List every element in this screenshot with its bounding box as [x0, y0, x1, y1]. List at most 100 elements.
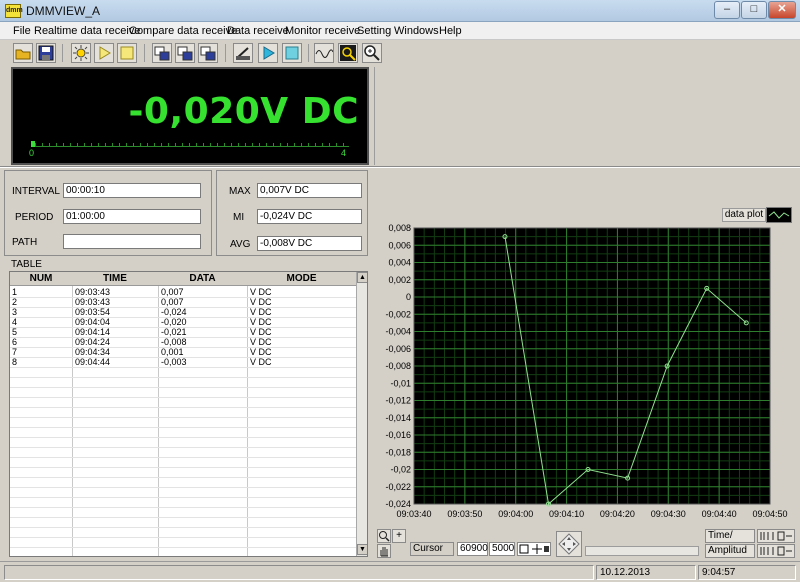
table-row[interactable]: 1 09:03:43 0,007 V DC [10, 287, 356, 297]
row-gridline [10, 497, 356, 498]
status-message [4, 565, 594, 580]
transfer-2-icon[interactable] [175, 43, 195, 63]
table-vertical-scrollbar[interactable]: ▲ ▼ [356, 272, 367, 556]
play-yellow-icon[interactable] [94, 43, 114, 63]
table-row[interactable]: 3 09:03:54 -0,024 V DC [10, 307, 356, 317]
cell-mode: V DC [250, 307, 272, 317]
row-gridline [10, 487, 356, 488]
cursor-navigation-icon[interactable] [556, 531, 582, 557]
menu-setting[interactable]: Setting [357, 25, 391, 37]
x-tick-label: 09:04:10 [549, 509, 584, 519]
table-header: NUM TIME DATA MODE [10, 272, 356, 286]
y-tick-label: -0,014 [385, 413, 411, 423]
stop-yellow-icon[interactable] [117, 43, 137, 63]
menu-bar: File Realtime data receive Compare data … [0, 22, 800, 40]
row-gridline [10, 537, 356, 538]
transfer-1-icon[interactable] [152, 43, 172, 63]
play-blue-icon[interactable] [258, 43, 278, 63]
cursor-style-icon[interactable] [517, 542, 551, 556]
table-row[interactable]: 4 09:04:04 -0,020 V DC [10, 317, 356, 327]
settings-sun-icon[interactable] [71, 43, 91, 63]
x-axis-format-icon[interactable] [757, 529, 795, 543]
status-bar: 10.12.2013 9:04:57 [0, 561, 800, 582]
meter-probe-icon[interactable] [233, 43, 253, 63]
magnifier-plus-icon[interactable] [377, 529, 391, 543]
avg-field: -0,008V DC [257, 236, 362, 251]
table-row[interactable]: 5 09:04:14 -0,021 V DC [10, 327, 356, 337]
x-tick-label: 09:04:00 [498, 509, 533, 519]
column-header-data[interactable]: DATA [158, 273, 247, 284]
scroll-down-icon[interactable]: ▼ [357, 544, 367, 555]
y-tick-label: 0,004 [388, 258, 411, 268]
toolbar-separator [225, 44, 226, 62]
cell-time: 09:03:43 [75, 297, 111, 307]
plot-horizontal-scrollbar[interactable] [585, 546, 699, 556]
cell-mode: V DC [250, 347, 272, 357]
table-caption: TABLE [11, 259, 42, 270]
cell-num: 8 [12, 357, 18, 367]
period-field[interactable]: 01:00:00 [63, 209, 201, 224]
menu-compare-data-receive[interactable]: Compare data receive [129, 25, 237, 37]
open-folder-icon[interactable] [13, 43, 33, 63]
max-label: MAX [229, 186, 251, 197]
cursor-zoom-icon[interactable] [338, 43, 358, 63]
cell-mode: V DC [250, 317, 272, 327]
cursor-y-field[interactable]: 5000 [489, 542, 515, 556]
table-row[interactable]: 7 09:04:34 0,001 V DC [10, 347, 356, 357]
y-tick-label: 0,002 [388, 275, 411, 285]
y-tick-label: -0,01 [390, 378, 411, 388]
bargraph-indicator [31, 141, 35, 147]
menu-file[interactable]: File [13, 25, 31, 37]
save-icon[interactable] [36, 43, 56, 63]
avg-label: AVG [230, 239, 251, 250]
row-gridline [10, 507, 356, 508]
cell-data: -0,020 [161, 317, 187, 327]
top-right-empty-area [374, 67, 800, 165]
menu-monitor-receive[interactable]: Monitor receive [285, 25, 360, 37]
interval-field[interactable]: 00:00:10 [63, 183, 201, 198]
row-gridline [10, 437, 356, 438]
stats-panel: MAX 0,007V DC MI -0,024V DC AVG -0,008V … [216, 170, 368, 256]
row-gridline [10, 547, 356, 548]
maximize-button[interactable]: □ [741, 1, 767, 19]
row-gridline [10, 407, 356, 408]
meter-display: -0,020V DC 0 4 [11, 67, 369, 165]
path-field[interactable] [63, 234, 201, 249]
menu-data-receive[interactable]: Data receive [227, 25, 289, 37]
menu-windows[interactable]: Windows [394, 25, 439, 37]
column-header-mode[interactable]: MODE [247, 273, 356, 284]
cell-time: 09:04:44 [75, 357, 111, 367]
y-tick-label: -0,022 [385, 482, 411, 492]
y-tick-label: 0,006 [388, 240, 411, 250]
column-header-num[interactable]: NUM [10, 273, 72, 284]
cell-data: -0,024 [161, 307, 187, 317]
hand-icon[interactable] [377, 544, 391, 558]
x-tick-label: 09:04:20 [600, 509, 635, 519]
minimize-button[interactable]: – [714, 1, 740, 19]
plot-legend-swatch[interactable] [766, 207, 792, 223]
cursor-x-field[interactable]: 60900 [457, 542, 488, 556]
stop-blue-icon[interactable] [282, 43, 302, 63]
plot-legend-label: data plot [722, 208, 766, 222]
table-row[interactable]: 6 09:04:24 -0,008 V DC [10, 337, 356, 347]
waveform-icon[interactable] [314, 43, 334, 63]
y-tick-label: -0,008 [385, 361, 411, 371]
plus-button[interactable]: + [392, 529, 406, 543]
cell-time: 09:03:43 [75, 287, 111, 297]
y-axis-format-icon[interactable] [757, 544, 795, 558]
menu-realtime-data-receive[interactable]: Realtime data receive [34, 25, 140, 37]
column-header-time[interactable]: TIME [72, 273, 158, 284]
x-axis-name[interactable]: Time/ [705, 529, 755, 543]
menu-help[interactable]: Help [439, 25, 462, 37]
status-date: 10.12.2013 [596, 565, 696, 580]
close-button[interactable]: ✕ [768, 1, 796, 19]
y-axis-name[interactable]: Amplitud [705, 544, 755, 558]
cell-num: 3 [12, 307, 18, 317]
table-row[interactable]: 2 09:03:43 0,007 V DC [10, 297, 356, 307]
table-row[interactable]: 8 09:04:44 -0,003 V DC [10, 357, 356, 367]
scroll-up-icon[interactable]: ▲ [357, 272, 367, 283]
cell-time: 09:04:14 [75, 327, 111, 337]
data-plot-chart[interactable]: 09:03:40 09:03:50 09:04:00 09:04:10 09:04:20… [374, 222, 800, 524]
transfer-3-icon[interactable] [198, 43, 218, 63]
magnifier-icon[interactable] [362, 43, 382, 63]
